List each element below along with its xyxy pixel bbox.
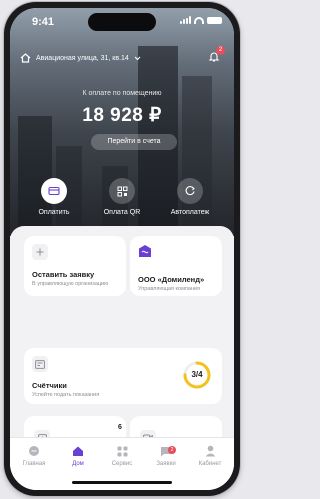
management-company-card[interactable]: ООО «Домиленд» Управляющая компания	[130, 236, 222, 296]
amount-due: 18 928 ₽	[82, 105, 162, 126]
go-to-accounts-button[interactable]: Перейти в счета	[91, 134, 177, 150]
leave-request-subtitle: В управляющую организацию	[32, 281, 109, 287]
app-screen: 9:41 Авиационая улица, 31, кв.14 2 К опл…	[10, 8, 234, 490]
plus-icon	[36, 248, 44, 256]
pay-action[interactable]: Оплатить	[26, 178, 82, 216]
person-icon	[205, 445, 215, 457]
leave-request-title: Оставить заявку	[32, 270, 95, 279]
pay-action-label: Оплатить	[38, 209, 70, 216]
leave-request-card[interactable]: Оставить заявку В управляющую организаци…	[24, 236, 126, 296]
address-selector[interactable]: Авиационая улица, 31, кв.14	[20, 53, 141, 63]
autopay-action-label: Автоплатеж	[170, 209, 210, 216]
autopay-icon	[185, 186, 195, 196]
tab-requests-label: Заявки	[156, 461, 176, 467]
dynamic-island	[88, 13, 156, 31]
company-name: ООО «Домиленд»	[138, 275, 205, 284]
company-logo-icon	[139, 245, 151, 257]
tab-requests[interactable]: 2 Заявки	[146, 444, 186, 467]
signal-icon	[180, 16, 191, 24]
meters-card[interactable]: Счётчики Успейте подать показания 3/4	[24, 348, 222, 404]
battery-icon	[207, 16, 222, 24]
house-icon	[20, 53, 31, 63]
tab-home[interactable]: Дом	[58, 444, 98, 467]
meters-subtitle: Успейте подать показания	[32, 392, 100, 398]
meters-progress-ring: 3/4	[182, 360, 212, 390]
requests-badge: 2	[168, 446, 176, 454]
tab-service-label: Сервис	[111, 461, 133, 467]
tab-bar: Главная Дом Сервис 2 Заявки Кабинет	[10, 437, 234, 490]
autopay-action[interactable]: Автоплатеж	[162, 178, 218, 216]
address-text: Авиационая улица, 31, кв.14	[36, 54, 129, 62]
company-role: Управляющая компания	[138, 286, 200, 292]
small-card-count: 6	[118, 424, 122, 431]
tab-account[interactable]: Кабинет	[190, 444, 230, 467]
meters-progress-text: 3/4	[191, 370, 203, 379]
amount-due-label: К оплате по помещению	[82, 90, 162, 97]
home-icon	[73, 446, 83, 456]
qr-pay-action[interactable]: Оплата QR	[94, 178, 150, 216]
tab-main[interactable]: Главная	[14, 444, 54, 467]
tab-account-label: Кабинет	[198, 461, 222, 467]
card-icon	[48, 186, 60, 196]
qr-icon	[117, 186, 127, 196]
wifi-icon	[194, 16, 204, 24]
status-time: 9:41	[32, 16, 55, 28]
notifications-badge: 2	[216, 46, 225, 55]
tab-main-label: Главная	[22, 461, 46, 467]
tab-home-label: Дом	[72, 461, 84, 467]
grid-icon	[117, 446, 127, 456]
qr-pay-action-label: Оплата QR	[103, 209, 141, 216]
meter-icon	[35, 359, 45, 369]
home-indicator	[72, 481, 172, 484]
chevron-down-icon	[134, 56, 141, 60]
chat-bubble-icon	[29, 446, 39, 456]
phone-frame: 9:41 Авиационая улица, 31, кв.14 2 К опл…	[4, 2, 240, 496]
tab-service[interactable]: Сервис	[102, 444, 142, 467]
status-icons	[180, 16, 222, 24]
